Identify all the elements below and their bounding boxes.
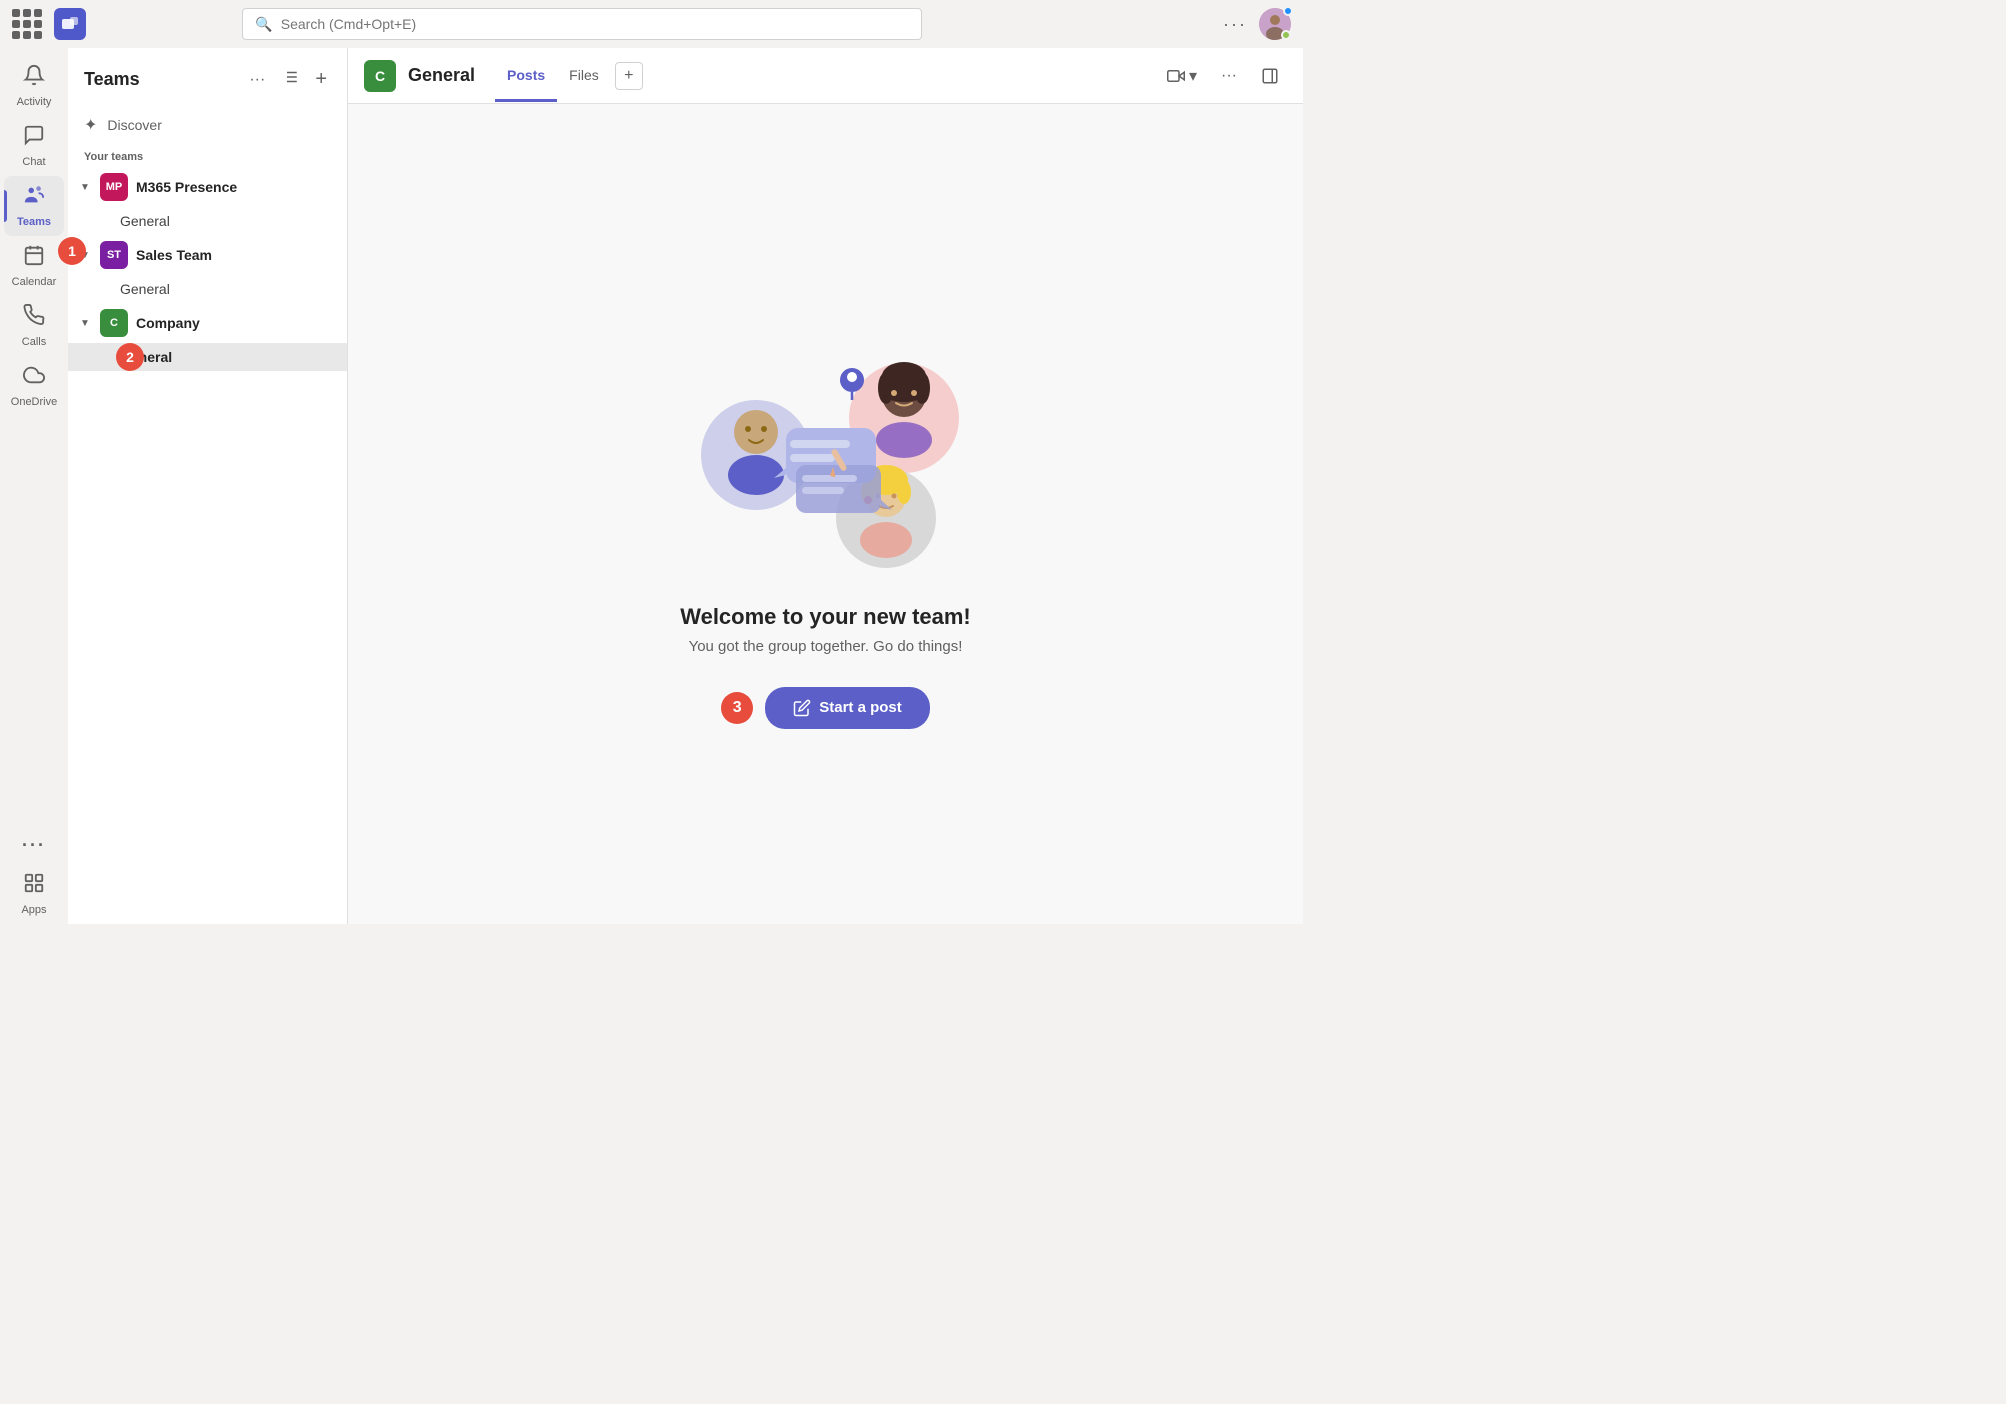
channel-title: General xyxy=(408,65,475,86)
company-avatar: C xyxy=(100,309,128,337)
main-content: C General Posts Files + ▾ ··· xyxy=(348,48,1303,924)
open-side-panel-button[interactable] xyxy=(1253,61,1287,91)
sidebar-narrow: Activity Chat Teams xyxy=(0,48,68,924)
sales-avatar: ST xyxy=(100,241,128,269)
main-layout: Activity Chat Teams xyxy=(0,48,1303,924)
m365-chevron: ▼ xyxy=(80,182,92,193)
team-row-sales[interactable]: ▼ ST Sales Team xyxy=(68,235,347,275)
channel-icon: C xyxy=(364,60,396,92)
sidebar-item-calendar[interactable]: Calendar xyxy=(4,236,64,296)
your-teams-label: Your teams xyxy=(68,143,347,167)
sidebar-item-chat[interactable]: Chat xyxy=(4,116,64,176)
channel-sales-general[interactable]: General xyxy=(68,275,347,303)
channel-m365-general-label: General xyxy=(120,213,170,229)
calendar-label: Calendar xyxy=(12,276,57,288)
video-call-button[interactable]: ▾ xyxy=(1159,60,1205,92)
topbar-more-button[interactable]: ··· xyxy=(1223,14,1247,35)
channel-tabs: Posts Files + xyxy=(495,50,643,101)
channel-header: C General Posts Files + ▾ ··· xyxy=(348,48,1303,104)
apps-label: Apps xyxy=(21,904,46,916)
welcome-illustration xyxy=(666,300,986,580)
teams-filter-button[interactable] xyxy=(277,64,303,95)
tab-files[interactable]: Files xyxy=(557,51,611,102)
notification-dot xyxy=(1283,6,1293,16)
badge-2: 2 xyxy=(116,343,144,371)
company-chevron: ▼ xyxy=(80,318,92,329)
topbar: 🔍 ··· xyxy=(0,0,1303,48)
m365-name: M365 Presence xyxy=(136,179,237,195)
welcome-subtitle: You got the group together. Go do things… xyxy=(689,638,963,655)
channel-sales-general-label: General xyxy=(120,281,170,297)
sidebar-item-activity[interactable]: Activity xyxy=(4,56,64,116)
search-box[interactable]: 🔍 xyxy=(242,8,922,40)
teams-logo xyxy=(54,8,86,40)
onedrive-icon xyxy=(23,364,45,392)
team-row-m365[interactable]: ▼ MP M365 Presence xyxy=(68,167,347,207)
channel-company-general[interactable]: General 2 xyxy=(68,343,347,371)
sidebar-item-apps[interactable]: Apps xyxy=(4,864,64,924)
sales-name: Sales Team xyxy=(136,247,212,263)
activity-icon xyxy=(23,64,45,92)
chat-icon xyxy=(23,124,45,152)
apps-icon xyxy=(23,872,45,900)
teams-panel: Teams ··· + ✦ Discover Your teams ▼ MP M… xyxy=(68,48,348,924)
search-input[interactable] xyxy=(281,16,910,32)
chat-label: Chat xyxy=(22,156,45,168)
teams-icon xyxy=(23,184,45,212)
topbar-right: ··· xyxy=(1223,8,1291,40)
channel-icon-letter: C xyxy=(375,68,385,84)
more-icon: ··· xyxy=(22,835,46,856)
tab-add-button[interactable]: + xyxy=(615,62,643,90)
channel-m365-general[interactable]: General xyxy=(68,207,347,235)
sidebar-item-onedrive[interactable]: OneDrive xyxy=(4,356,64,416)
team-group-company: ▼ C Company General 2 xyxy=(68,303,347,371)
teams-panel-header: Teams ··· + xyxy=(68,48,347,107)
company-name: Company xyxy=(136,315,200,331)
channel-more-button[interactable]: ··· xyxy=(1213,61,1245,91)
discover-label: Discover xyxy=(107,117,161,133)
calendar-icon xyxy=(23,244,45,272)
discover-icon: ✦ xyxy=(84,115,97,135)
teams-more-button[interactable]: ··· xyxy=(245,67,269,93)
activity-label: Activity xyxy=(17,96,52,108)
sidebar-item-more[interactable]: ··· xyxy=(4,827,64,864)
content-area: Welcome to your new team! You got the gr… xyxy=(348,104,1303,924)
user-avatar-wrap[interactable] xyxy=(1259,8,1291,40)
team-row-company[interactable]: ▼ C Company xyxy=(68,303,347,343)
sidebar-item-teams[interactable]: Teams xyxy=(4,176,64,236)
team-group-m365: ▼ MP M365 Presence General xyxy=(68,167,347,235)
welcome-title: Welcome to your new team! xyxy=(680,604,971,630)
badge-3: 3 xyxy=(721,692,753,724)
discover-item[interactable]: ✦ Discover xyxy=(68,107,347,143)
teams-add-button[interactable]: + xyxy=(311,64,331,95)
team-group-sales: ▼ ST Sales Team General xyxy=(68,235,347,303)
teams-panel-title: Teams xyxy=(84,69,237,90)
app-grid-button[interactable] xyxy=(12,9,42,39)
chevron-down-icon: ▾ xyxy=(1189,66,1197,86)
sidebar-item-calls[interactable]: Calls xyxy=(4,296,64,356)
tab-posts[interactable]: Posts xyxy=(495,51,557,102)
channel-actions: ▾ ··· xyxy=(1159,60,1287,92)
start-post-label: Start a post xyxy=(819,699,902,716)
badge-1: 1 xyxy=(58,237,86,265)
m365-avatar: MP xyxy=(100,173,128,201)
user-status-indicator xyxy=(1281,30,1291,40)
active-indicator xyxy=(4,190,7,222)
start-post-button[interactable]: Start a post xyxy=(765,687,930,729)
search-icon: 🔍 xyxy=(255,16,272,33)
calls-icon xyxy=(23,304,45,332)
teams-label: Teams xyxy=(17,216,51,228)
start-post-area: 3 Start a post xyxy=(721,687,930,729)
onedrive-label: OneDrive xyxy=(11,396,57,408)
calls-label: Calls xyxy=(22,336,46,348)
